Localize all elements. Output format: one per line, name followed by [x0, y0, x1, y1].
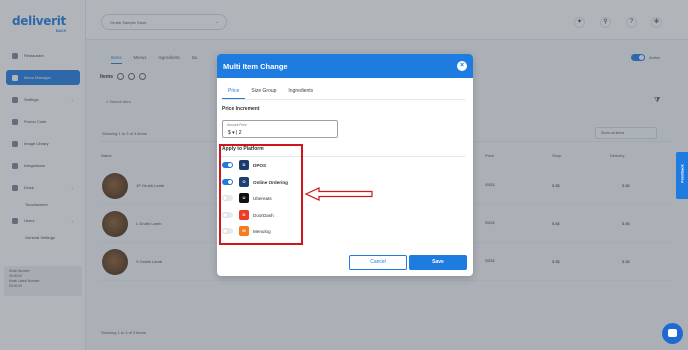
tabs-divider: [221, 99, 465, 100]
modal-header: Multi Item Change: [217, 54, 473, 78]
amount-price-field[interactable]: Amount Price $ ▾ | 2: [222, 120, 338, 138]
price-increment-title: Price Increment: [222, 106, 260, 112]
highlight-box-annotation: [219, 144, 303, 245]
amount-price-value[interactable]: $ ▾ | 2: [228, 130, 242, 136]
feedback-label: Feedback: [679, 164, 685, 183]
chat-icon[interactable]: [662, 323, 683, 344]
modal-tabs: Price Size Group Ingredients: [222, 86, 319, 99]
arrow-annotation-icon: [305, 187, 373, 201]
save-button[interactable]: Save: [409, 255, 467, 270]
tab-size-group[interactable]: Size Group: [245, 86, 282, 99]
modal-title: Multi Item Change: [223, 61, 288, 71]
tab-ingredients[interactable]: Ingredients: [282, 86, 319, 99]
tab-price[interactable]: Price: [222, 86, 246, 99]
cancel-button[interactable]: Cancel: [349, 255, 407, 270]
amount-price-label: Amount Price: [227, 123, 247, 127]
close-icon[interactable]: ×: [457, 61, 467, 71]
feedback-tab[interactable]: Feedback: [676, 152, 688, 199]
